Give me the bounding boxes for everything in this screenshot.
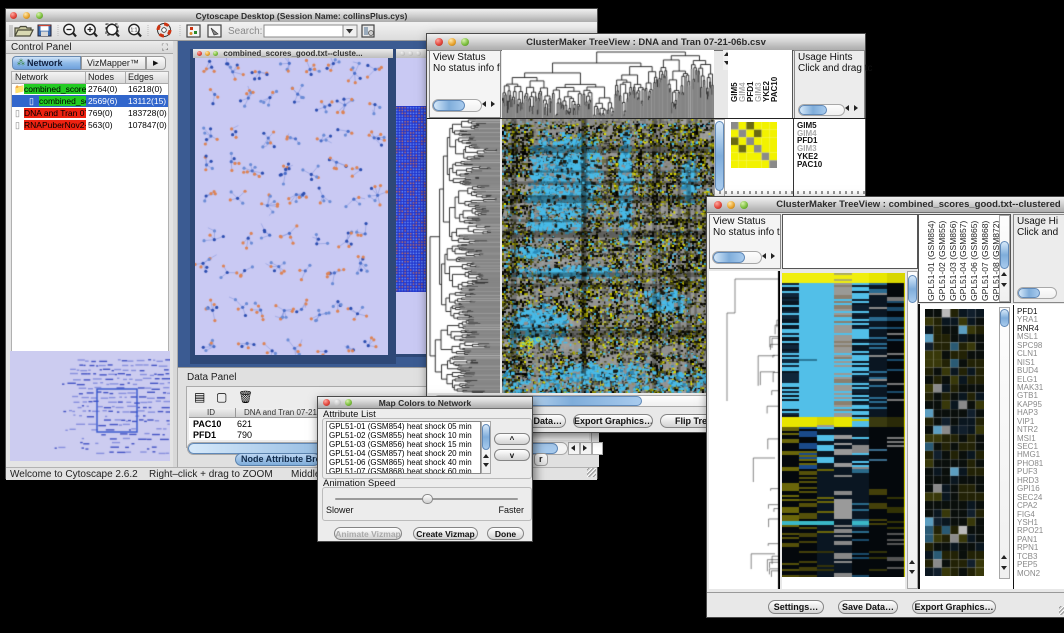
svg-text:Search:: Search:	[228, 26, 262, 37]
svg-text:1:1: 1:1	[131, 28, 138, 34]
